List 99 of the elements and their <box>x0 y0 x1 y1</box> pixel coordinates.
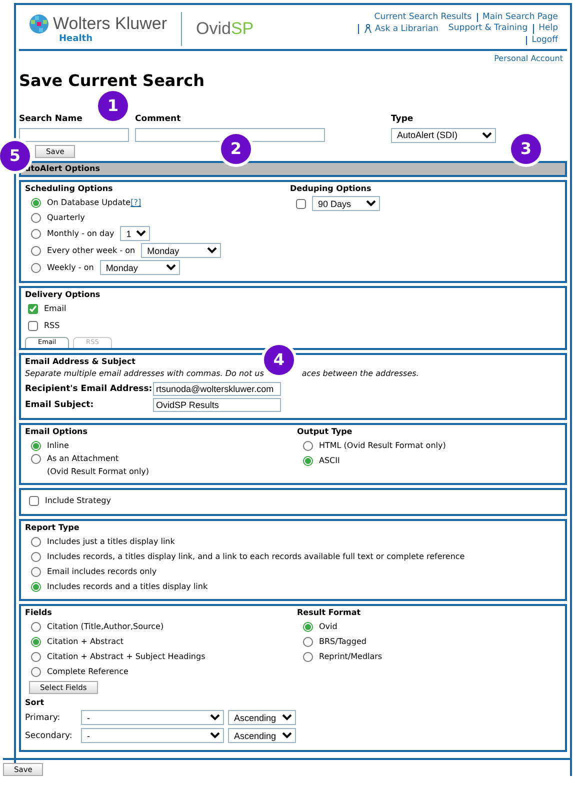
radio-button[interactable] <box>31 652 41 662</box>
page-title: Save Current Search <box>19 70 206 90</box>
option-label: BRS/Tagged <box>319 637 366 647</box>
radio-button[interactable] <box>31 536 41 547</box>
nav-link[interactable]: Current Search Results <box>369 12 477 22</box>
brand-name: Wolters Kluwer <box>53 15 167 32</box>
help-link[interactable]: [?] <box>130 198 142 208</box>
type-dropdown[interactable]: AutoAlert (SDI) <box>391 128 496 143</box>
instruction-text: Separate multiple email addresses with commas. Do not us <box>25 369 264 379</box>
section-title: Output Type <box>297 426 352 436</box>
radio-button[interactable] <box>31 667 41 678</box>
callout-marker: 3 <box>511 134 541 164</box>
option-note: (Ovid Result Format only) <box>47 466 150 477</box>
brand-subtitle: Health <box>59 34 94 44</box>
sort-label: Secondary: <box>25 730 74 741</box>
section-title: Sort <box>25 698 44 708</box>
field-label: Type <box>391 114 414 124</box>
text-field[interactable] <box>19 128 129 142</box>
option-label: On Database Update <box>47 198 131 208</box>
dropdown[interactable]: Monday <box>100 260 180 276</box>
option-label: Inline <box>47 441 69 451</box>
radio-button[interactable] <box>31 246 41 256</box>
section-title: Email Address & Subject <box>25 356 136 366</box>
radio-button[interactable] <box>31 262 41 273</box>
sort-field-dropdown[interactable]: - <box>81 710 224 726</box>
option-label: As an Attachment <box>47 454 120 464</box>
globe-logo-icon <box>29 14 49 34</box>
callout-marker: 1 <box>98 91 128 121</box>
section-title: Report Type <box>25 522 80 532</box>
radio-button[interactable] <box>31 582 41 592</box>
option-label: Email <box>44 304 66 314</box>
option-label: Citation + Abstract + Subject Headings <box>47 652 206 662</box>
account-link[interactable]: Personal Account <box>490 51 567 67</box>
option-label: Includes records and a titles display link <box>47 582 208 592</box>
section-header: utoAlert Options <box>19 160 567 177</box>
option-label: Monthly - on day <box>47 228 114 238</box>
section-title: Email Options <box>25 426 88 436</box>
radio-button[interactable] <box>31 212 41 223</box>
option-label: Citation + Abstract <box>47 637 124 647</box>
radio-button[interactable] <box>31 566 41 577</box>
option-label: RSS <box>44 321 60 332</box>
nav-link[interactable]: Logoff <box>526 36 563 46</box>
product-name: OvidSP <box>196 18 254 40</box>
field-label: Search Name <box>19 114 84 124</box>
sort-order-dropdown[interactable]: Ascending <box>228 728 296 744</box>
field-label: Comment <box>135 114 182 124</box>
text-field[interactable]: OvidSP Results <box>153 398 281 412</box>
nav-link[interactable]: Help <box>532 24 563 34</box>
section-title: Deduping Options <box>290 184 372 194</box>
person-icon <box>364 24 372 33</box>
radio-button[interactable] <box>303 637 313 648</box>
radio-button[interactable] <box>31 454 41 464</box>
dropdown[interactable]: 90 Days <box>312 196 380 212</box>
text-field[interactable] <box>135 128 325 142</box>
section-title: Fields <box>25 608 52 618</box>
radio-button[interactable] <box>303 456 313 466</box>
section-title: Scheduling Options <box>25 184 113 194</box>
radio-button[interactable] <box>303 622 313 632</box>
option-label: Reprint/Medlars <box>319 652 382 662</box>
dropdown[interactable]: 1 <box>120 226 150 242</box>
option-label: ASCII <box>319 456 340 466</box>
radio-button[interactable] <box>31 552 41 562</box>
radio-button[interactable] <box>31 622 41 632</box>
callout-marker: 4 <box>264 344 294 375</box>
checkbox[interactable] <box>296 198 306 209</box>
callout-marker: 2 <box>221 134 251 164</box>
radio-button[interactable] <box>303 652 313 662</box>
dropdown[interactable]: Monday <box>141 243 222 258</box>
option-label: Include Strategy <box>45 496 111 506</box>
nav-link[interactable]: Support & Training <box>443 24 533 34</box>
field-label: Recipient's Email Address: <box>25 384 153 394</box>
nav-link[interactable]: Ask a Librarian <box>358 24 444 34</box>
option-label: Ovid <box>319 622 338 632</box>
sort-order-dropdown[interactable]: Ascending <box>228 710 296 726</box>
text-field[interactable]: rtsunoda@wolterskluwer.com <box>153 382 281 396</box>
nav-link[interactable]: Main Search Page <box>476 12 563 22</box>
instruction-text: aces between the addresses. <box>302 369 419 379</box>
sort-field-dropdown[interactable]: - <box>81 728 224 744</box>
option-label: Citation (Title,Author,Source) <box>47 622 164 632</box>
option-label: Every other week - on <box>47 246 136 256</box>
radio-button[interactable] <box>31 198 41 208</box>
option-label: Quarterly <box>47 212 85 222</box>
section-title: Delivery Options <box>25 290 100 300</box>
sort-label: Primary: <box>25 712 62 723</box>
field-label: Email Subject: <box>25 400 95 410</box>
option-label: Email includes records only <box>47 566 157 576</box>
option-label: Includes just a titles display link <box>47 536 175 546</box>
radio-button[interactable] <box>31 440 41 451</box>
option-label: Complete Reference <box>47 667 128 677</box>
section-title: Result Format <box>297 608 361 618</box>
radio-button[interactable] <box>31 637 41 648</box>
radio-button[interactable] <box>303 440 313 451</box>
option-label: Includes records, a titles display link, and a link to each records available full text or complete reference <box>47 552 465 562</box>
option-label: Weekly - on <box>47 262 94 272</box>
option-label: HTML (Ovid Result Format only) <box>319 441 446 451</box>
radio-button[interactable] <box>31 228 41 239</box>
checkbox[interactable] <box>28 321 38 332</box>
checkbox[interactable] <box>28 304 38 314</box>
checkbox[interactable] <box>29 496 39 506</box>
